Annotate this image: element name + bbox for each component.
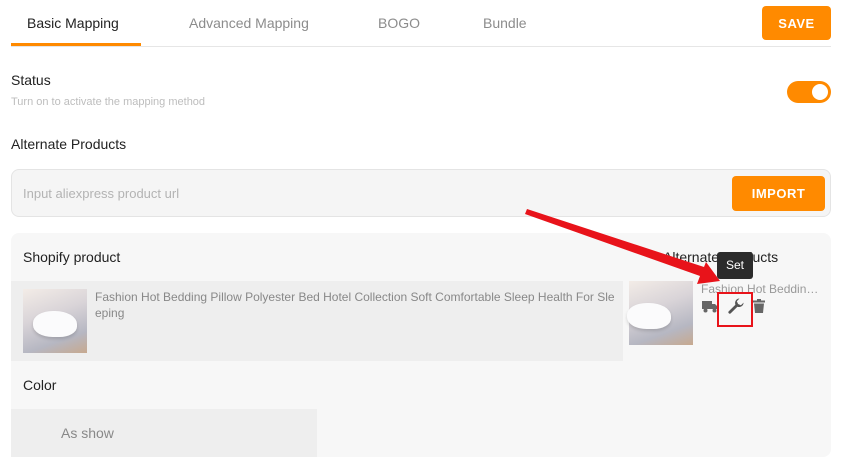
import-button[interactable]: IMPORT [732,176,825,211]
toggle-knob [812,84,828,100]
status-hint: Turn on to activate the mapping method [11,96,206,108]
set-tooltip: Set [717,252,753,279]
alternate-products-label: Alternate Products [11,136,127,152]
shopify-product-card: Fashion Hot Bedding Pillow Polyester Bed… [11,281,623,361]
tab-bar: Basic Mapping Advanced Mapping BOGO Bund… [11,0,831,47]
alternate-product-image [627,281,693,345]
shopify-product-image [23,289,87,353]
shopify-product-title: Fashion Hot Bedding Pillow Polyester Bed… [95,290,615,320]
tab-bundle[interactable]: Bundle [483,15,527,31]
trash-icon[interactable] [753,299,765,313]
mapping-panel: Shopify product Alternate Products Fashi… [11,233,831,457]
variant-color-value: As show [61,425,114,441]
shopify-product-header: Shopify product [23,249,121,265]
truck-icon[interactable] [702,300,718,313]
tab-advanced-mapping[interactable]: Advanced Mapping [189,15,309,31]
product-url-input[interactable] [23,180,723,206]
save-button[interactable]: SAVE [762,6,831,40]
status-toggle[interactable] [787,81,831,103]
variant-color-label: Color [23,377,57,393]
tab-basic-mapping[interactable]: Basic Mapping [27,15,119,31]
variant-value-box: As show [11,409,317,457]
active-tab-indicator [11,43,141,46]
tab-bogo[interactable]: BOGO [378,15,420,31]
annotation-highlight-box [717,292,753,327]
status-label: Status [11,72,51,88]
import-bar: IMPORT [11,169,831,217]
